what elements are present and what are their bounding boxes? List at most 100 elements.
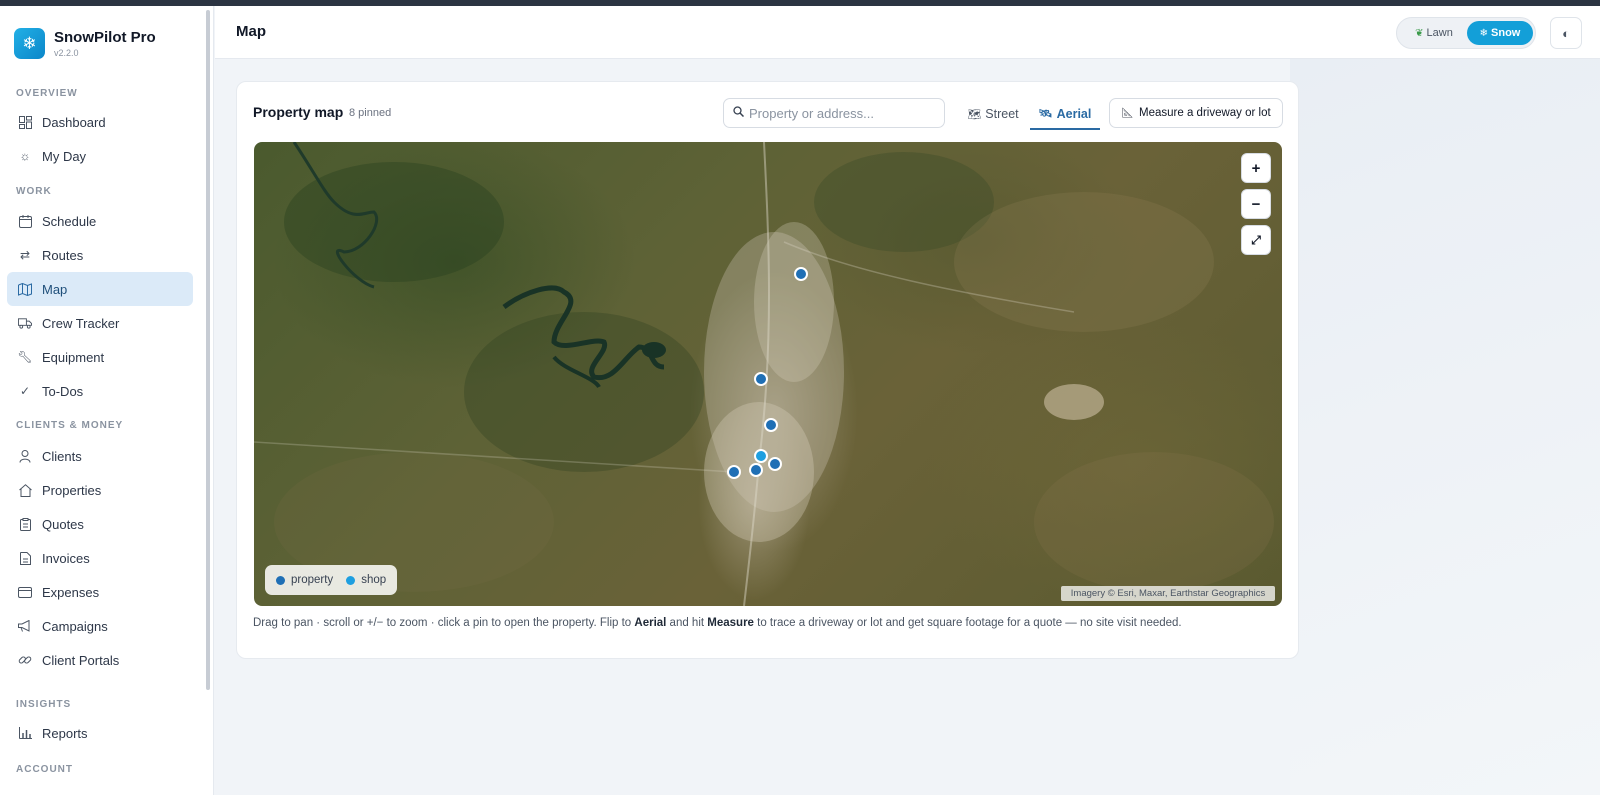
- routes-icon: ⇄: [19, 248, 31, 262]
- sidebar-item-routes[interactable]: ⇄ Routes: [7, 238, 193, 272]
- sidebar-item-label: Reports: [42, 725, 88, 741]
- pinned-count: 8 pinned: [349, 107, 392, 119]
- sidebar-item-label: Schedule: [42, 213, 97, 229]
- sidebar-item-to-dos[interactable]: ✓ To-Dos: [7, 374, 193, 408]
- sidebar-item-label: Clients: [42, 448, 82, 464]
- street-map-icon: 🗺︎: [967, 108, 982, 121]
- map-legend: property shop: [265, 565, 397, 595]
- card-title: Property map: [253, 104, 344, 120]
- sidebar-item-my-day[interactable]: ☼ My Day: [7, 139, 193, 173]
- sidebar-item-label: Client Portals: [42, 652, 120, 668]
- sidebar-item-crew-tracker[interactable]: Crew Tracker: [7, 306, 193, 340]
- person-icon: [18, 449, 32, 463]
- sidebar: ❄ SnowPilot Pro v2.2.0 OVERVIEW Dashboar…: [0, 6, 214, 795]
- brand[interactable]: ❄ SnowPilot Pro v2.2.0: [14, 28, 156, 59]
- tab-street[interactable]: 🗺︎ Street: [963, 99, 1023, 129]
- tab-aerial[interactable]: 🛰︎ Aerial: [1030, 99, 1100, 130]
- clipboard-icon: [18, 517, 32, 531]
- map-icon: [18, 282, 32, 296]
- sidebar-scrollbar[interactable]: [206, 10, 210, 690]
- map-pin-property[interactable]: [727, 465, 741, 479]
- property-search-input[interactable]: [749, 105, 929, 121]
- wrench-icon: 🔧︎: [17, 350, 33, 364]
- check-icon: ✓: [19, 384, 31, 398]
- sidebar-item-expenses[interactable]: Expenses: [7, 575, 193, 609]
- sidebar-item-reports[interactable]: Reports: [7, 716, 193, 750]
- sidebar-item-client-portals[interactable]: Client Portals: [7, 643, 193, 677]
- background-panel: [1290, 59, 1600, 795]
- map-pin-property[interactable]: [794, 267, 808, 281]
- legend-item-property: property: [276, 574, 333, 586]
- map-attribution[interactable]: Imagery © Esri, Maxar, Earthstar Geograp…: [1061, 586, 1275, 601]
- lawn-snow-mode-toggle[interactable]: ❦ Lawn ❄ Snow: [1396, 17, 1536, 49]
- snowflake-logo-icon: ❄: [14, 28, 45, 59]
- legend-dot-property-icon: [276, 575, 285, 585]
- nav-section-overview: OVERVIEW: [16, 88, 78, 99]
- lawn-mode-button[interactable]: ❦ Lawn: [1403, 21, 1465, 45]
- sidebar-item-clients[interactable]: Clients: [7, 439, 193, 473]
- megaphone-icon: [18, 619, 32, 633]
- link-icon: [18, 653, 32, 667]
- app-name: SnowPilot Pro: [54, 28, 156, 46]
- sidebar-item-label: Campaigns: [42, 618, 108, 634]
- map-pin-property[interactable]: [768, 457, 782, 471]
- sidebar-item-label: Quotes: [42, 516, 84, 532]
- app-version: v2.2.0: [54, 47, 79, 58]
- top-header: Map ❦ Lawn ❄ Snow ◐: [215, 6, 1600, 59]
- snow-mode-button[interactable]: ❄ Snow: [1467, 21, 1533, 45]
- property-search-box[interactable]: [723, 98, 945, 128]
- sidebar-item-label: Properties: [42, 482, 102, 498]
- property-map-card: Property map 8 pinned 🗺︎ Street 🛰︎ Aeria…: [236, 81, 1299, 659]
- map-pins-layer: [727, 267, 808, 479]
- sidebar-item-label: Dashboard: [42, 114, 106, 130]
- page-title: Map: [236, 23, 266, 40]
- half-moon-contrast-icon: ◐: [1562, 25, 1570, 41]
- nav-section-insights: INSIGHTS: [16, 699, 72, 710]
- map-help-text: Drag to pan · scroll or +/− to zoom · cl…: [253, 617, 1182, 629]
- map-pin-property[interactable]: [749, 463, 763, 477]
- nav-section-clients-money: CLIENTS & MONEY: [16, 420, 124, 431]
- map-pin-shop[interactable]: [754, 449, 768, 463]
- measure-button[interactable]: 📐︎ Measure a driveway or lot: [1109, 98, 1283, 128]
- sidebar-item-properties[interactable]: Properties: [7, 473, 193, 507]
- sidebar-item-invoices[interactable]: Invoices: [7, 541, 193, 575]
- zoom-in-button[interactable]: +: [1241, 153, 1271, 183]
- sidebar-item-schedule[interactable]: Schedule: [7, 204, 193, 238]
- sidebar-item-label: Routes: [42, 247, 84, 263]
- ruler-triangle-icon: 📐︎: [1121, 107, 1135, 119]
- sidebar-item-label: To-Dos: [42, 383, 84, 399]
- fullscreen-button[interactable]: ⤢: [1241, 225, 1271, 255]
- zoom-out-button[interactable]: −: [1241, 189, 1271, 219]
- sidebar-item-label: Equipment: [42, 349, 105, 365]
- home-icon: [18, 483, 32, 497]
- sidebar-item-label: Map: [42, 281, 68, 297]
- sidebar-item-label: Expenses: [42, 584, 100, 600]
- sidebar-item-label: My Day: [42, 148, 87, 164]
- search-icon: [733, 106, 745, 120]
- nav-section-work: WORK: [16, 186, 52, 197]
- nav-section-account: ACCOUNT: [16, 764, 73, 775]
- leaf-icon: ❦: [1415, 27, 1424, 39]
- sidebar-item-label: Crew Tracker: [42, 315, 120, 331]
- sidebar-item-campaigns[interactable]: Campaigns: [7, 609, 193, 643]
- bar-chart-icon: [18, 726, 32, 740]
- snowflake-icon: ❄: [1479, 27, 1489, 39]
- sidebar-item-label: Invoices: [42, 550, 90, 566]
- theme-toggle-button[interactable]: ◐: [1550, 17, 1582, 49]
- truck-icon: [18, 316, 32, 330]
- sidebar-item-map[interactable]: Map: [7, 272, 193, 306]
- document-icon: [18, 551, 32, 565]
- aerial-map[interactable]: + − ⤢ property shop Imagery © Esri, Maxa…: [254, 142, 1282, 606]
- calendar-icon: [18, 214, 32, 228]
- legend-item-shop: shop: [346, 574, 386, 586]
- dashboard-icon: [18, 115, 32, 129]
- sidebar-item-quotes[interactable]: Quotes: [7, 507, 193, 541]
- satellite-icon: 🛰︎: [1038, 108, 1053, 120]
- map-pin-property[interactable]: [764, 418, 778, 432]
- sidebar-item-dashboard[interactable]: Dashboard: [7, 105, 193, 139]
- sun-icon: ☼: [19, 149, 31, 163]
- card-icon: [18, 585, 32, 599]
- sidebar-item-equipment[interactable]: 🔧︎ Equipment: [7, 340, 193, 374]
- legend-dot-shop-icon: [346, 575, 356, 585]
- map-pin-property[interactable]: [754, 372, 768, 386]
